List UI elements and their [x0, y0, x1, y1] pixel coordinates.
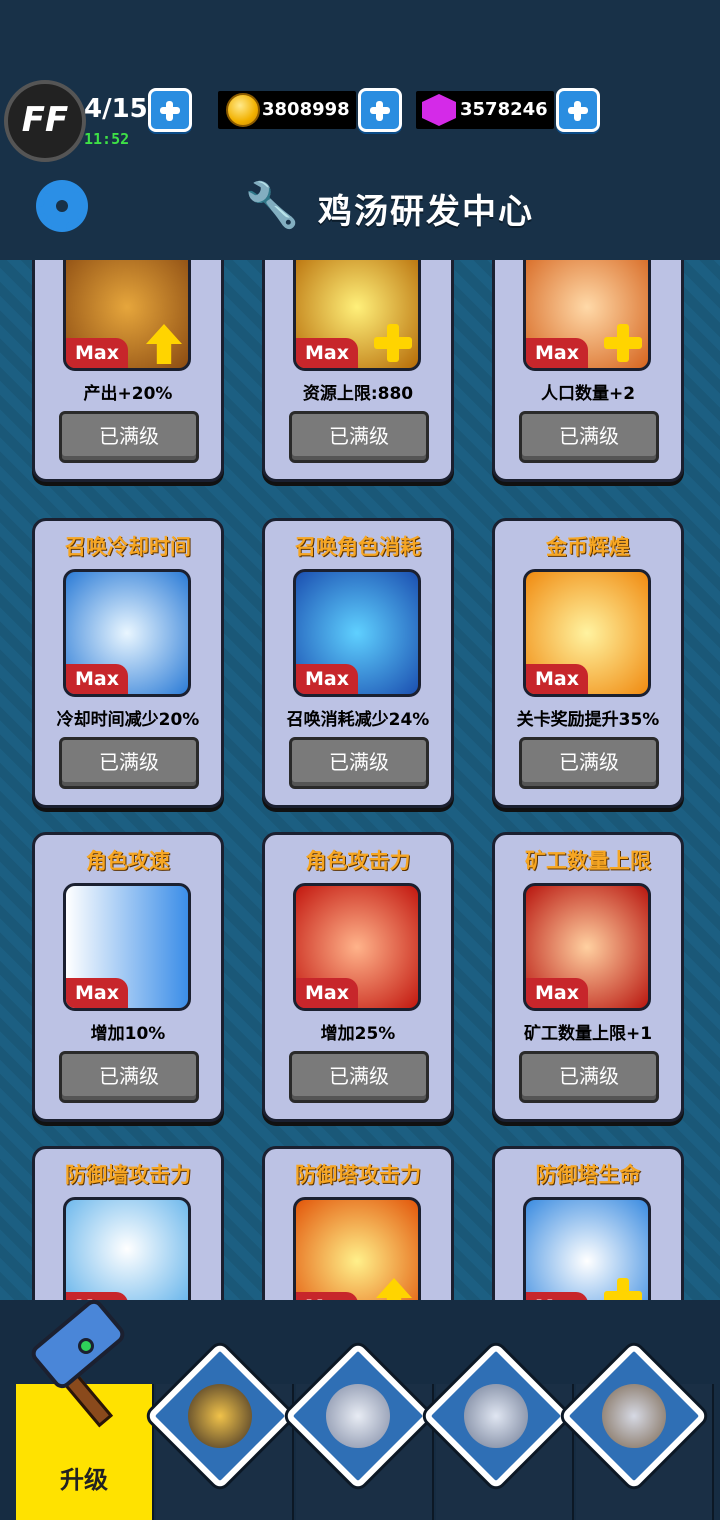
fists-icon: Max [63, 883, 191, 1011]
upgrade-arrow-icon [376, 1278, 412, 1300]
gem-resource: 3578246 [416, 88, 600, 132]
coins-icon: Max [523, 569, 651, 697]
pickaxe-icon: Max [63, 260, 191, 371]
crystal-icon: Max [293, 260, 421, 371]
plus-icon [374, 324, 412, 362]
research-card-population: Max 人口数量+2 已满级 [492, 260, 684, 482]
maxed-button[interactable]: 已满级 [289, 1051, 429, 1103]
settings-gear-icon[interactable] [36, 180, 88, 232]
max-badge: Max [66, 338, 128, 368]
max-badge: Max [526, 978, 588, 1008]
maxed-button[interactable]: 已满级 [519, 737, 659, 789]
card-desc: 关卡奖励提升35% [516, 710, 660, 730]
card-desc: 人口数量+2 [540, 384, 636, 404]
card-title: 金币辉煌 [546, 535, 630, 559]
research-card-output: Max 产出+20% 已满级 [32, 260, 224, 482]
max-badge: Max [526, 338, 588, 368]
tower-icon: Max [523, 1197, 651, 1300]
max-badge: Max [66, 664, 128, 694]
meat-icon: Max [523, 260, 651, 371]
miners-icon: Max [523, 883, 651, 1011]
card-title: 防御塔攻击力 [295, 1163, 421, 1187]
research-card-cooldown: 召唤冷却时间 Max 冷却时间减少20% 已满级 [32, 518, 224, 808]
add-gold-button[interactable] [357, 88, 402, 132]
research-card-tower-attack: 防御塔攻击力 Max [262, 1146, 454, 1300]
max-badge: Max [296, 978, 358, 1008]
research-card-tower-hp: 防御塔生命 Max [492, 1146, 684, 1300]
upgrade-arrow-icon [146, 324, 182, 364]
card-title: 防御墙攻击力 [65, 1163, 191, 1187]
energy-timer: 11:52 [84, 130, 130, 148]
card-title: 召唤角色消耗 [295, 535, 421, 559]
page-title: 鸡汤研发中心 [318, 192, 534, 232]
max-badge: Max [296, 338, 358, 368]
maxed-button[interactable]: 已满级 [519, 1051, 659, 1103]
card-desc: 资源上限:880 [302, 384, 414, 404]
max-badge: Max [296, 664, 358, 694]
card-desc: 增加25% [320, 1024, 396, 1044]
rocket-icon: Max [293, 1197, 421, 1300]
plus-icon [604, 324, 642, 362]
discount-card-icon: Max [293, 569, 421, 697]
research-card-attack-speed: 角色攻速 Max 增加10% 已满级 [32, 832, 224, 1122]
wall-icon: Max [63, 1197, 191, 1300]
card-title: 角色攻速 [86, 849, 170, 873]
card-desc: 冷却时间减少20% [56, 710, 200, 730]
tab-upgrade-label: 升级 [60, 1466, 108, 1494]
add-energy-button[interactable] [148, 88, 192, 132]
card-desc: 增加10% [90, 1024, 166, 1044]
research-card-miner-cap: 矿工数量上限 Max 矿工数量上限+1 已满级 [492, 832, 684, 1122]
upgrade-hammer-icon[interactable] [26, 1295, 146, 1432]
maxed-button[interactable]: 已满级 [519, 411, 659, 463]
hourglass-icon: Max [63, 569, 191, 697]
card-title: 角色攻击力 [305, 849, 411, 873]
research-card-wall-attack: 防御墙攻击力 Max [32, 1146, 224, 1300]
card-desc: 矿工数量上限+1 [523, 1024, 653, 1044]
card-desc: 产出+20% [83, 384, 173, 404]
card-title: 召唤冷却时间 [65, 535, 191, 559]
maxed-button[interactable]: 已满级 [59, 411, 199, 463]
add-gem-button[interactable] [555, 88, 600, 132]
maxed-button[interactable]: 已满级 [289, 411, 429, 463]
max-badge: Max [66, 978, 128, 1008]
max-badge: Max [526, 1292, 588, 1300]
max-badge: Max [526, 664, 588, 694]
fist-icon: Max [293, 883, 421, 1011]
maxed-button[interactable]: 已满级 [59, 737, 199, 789]
maxed-button[interactable]: 已满级 [289, 737, 429, 789]
card-title: 矿工数量上限 [525, 849, 651, 873]
research-card-attack-power: 角色攻击力 Max 增加25% 已满级 [262, 832, 454, 1122]
max-badge: Max [66, 1292, 128, 1300]
research-card-resource-cap: Max 资源上限:880 已满级 [262, 260, 454, 482]
card-title: 防御塔生命 [535, 1163, 641, 1187]
gold-coin-icon [226, 93, 260, 127]
tools-icon: 🔧 [244, 180, 300, 231]
ff-badge[interactable]: FF [4, 80, 86, 162]
research-grid[interactable]: Max 产出+20% 已满级 Max 资源上限:880 已满级 Max 人口数量… [0, 260, 720, 1300]
max-badge: Max [296, 1292, 358, 1300]
maxed-button[interactable]: 已满级 [59, 1051, 199, 1103]
research-card-summon-cost: 召唤角色消耗 Max 召唤消耗减少24% 已满级 [262, 518, 454, 808]
energy-add[interactable] [146, 88, 192, 132]
research-card-gold: 金币辉煌 Max 关卡奖励提升35% 已满级 [492, 518, 684, 808]
card-desc: 召唤消耗减少24% [286, 710, 430, 730]
plus-icon [604, 1278, 642, 1300]
gold-resource: 3808998 [218, 88, 402, 132]
energy-counter: 4/15 [84, 94, 148, 124]
